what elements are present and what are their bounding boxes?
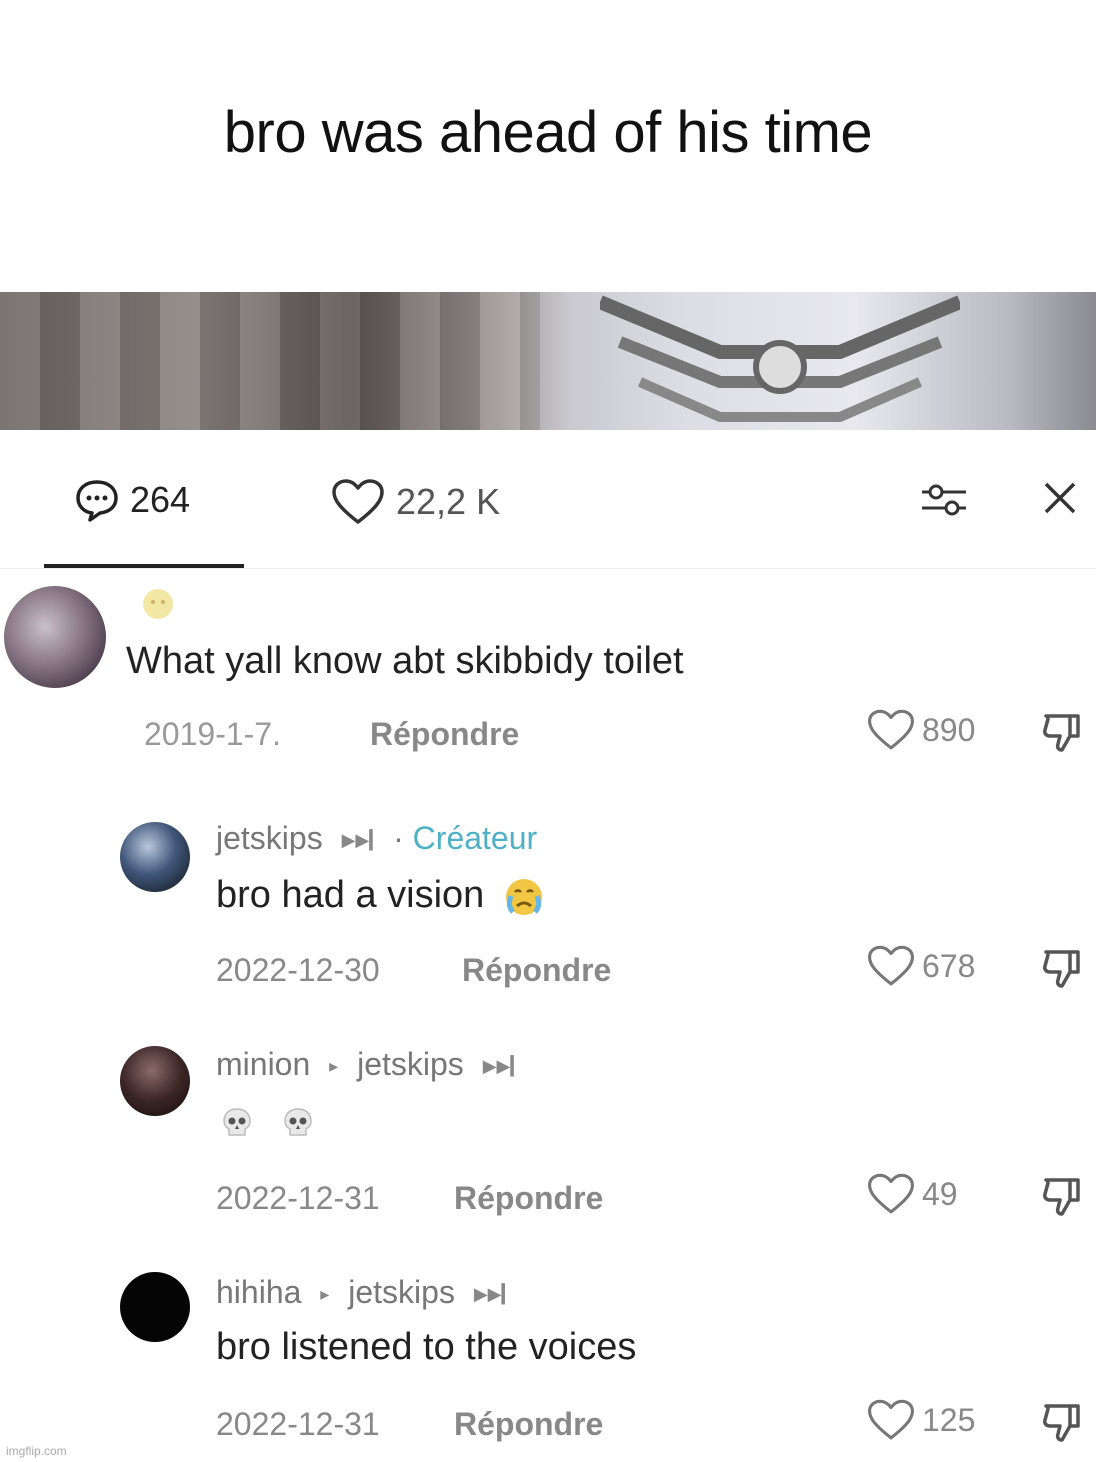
video-thumbnail[interactable] bbox=[0, 292, 1096, 430]
face-emoji bbox=[140, 586, 176, 627]
reply-arrow-icon: ▸ bbox=[329, 1056, 339, 1077]
comment-author[interactable]: hihiha ▸ jetskips ▶▶▎ bbox=[216, 1274, 525, 1311]
avatar[interactable] bbox=[120, 1272, 190, 1342]
comment-date: 2022-12-30 bbox=[216, 952, 380, 988]
skull-emoji bbox=[223, 1108, 251, 1136]
comment-likes-count: 678 bbox=[922, 947, 976, 984]
reply-to-username: jetskips bbox=[348, 1274, 455, 1310]
creator-badge-icon: ▶▶▎ bbox=[473, 1284, 516, 1305]
comment-text: bro listened to the voices bbox=[216, 1326, 637, 1368]
heart-icon bbox=[332, 479, 384, 524]
creator-badge-icon: ▶▶▎ bbox=[482, 1056, 525, 1077]
reply-arrow-icon: ▸ bbox=[320, 1284, 330, 1305]
watermark: imgflip.com bbox=[6, 1444, 67, 1458]
comment-likes-count: 890 bbox=[922, 711, 976, 748]
heart-icon bbox=[868, 945, 914, 986]
reply-to-username: jetskips bbox=[357, 1046, 464, 1082]
comment-date: 2022-12-31 bbox=[216, 1406, 380, 1442]
comment-date: 2022-12-31 bbox=[216, 1180, 380, 1216]
comment-likes-count: 49 bbox=[922, 1175, 958, 1212]
dislike-button[interactable] bbox=[1040, 710, 1084, 759]
comment-bubble-icon bbox=[76, 480, 118, 522]
creator-badge-icon: ▶▶▎ bbox=[341, 830, 384, 851]
tab-divider bbox=[0, 568, 1096, 569]
reply-button[interactable]: Répondre bbox=[454, 1406, 603, 1443]
close-button[interactable] bbox=[1040, 478, 1080, 523]
comment-text: bro had a vision bbox=[216, 874, 545, 918]
comment-text: What yall know abt skibbidy toilet bbox=[126, 640, 684, 682]
dislike-button[interactable] bbox=[1040, 1174, 1084, 1223]
dislike-button[interactable] bbox=[1040, 1400, 1084, 1449]
comment-likes-count: 125 bbox=[922, 1401, 976, 1438]
comment-date: 2019-1-7. bbox=[144, 716, 281, 752]
thumbs-down-icon bbox=[1043, 950, 1080, 988]
caption-text: bro was ahead of his time bbox=[223, 99, 873, 165]
avatar[interactable] bbox=[4, 586, 106, 688]
likes-count: 22,2 K bbox=[396, 481, 501, 522]
heart-icon bbox=[868, 709, 914, 750]
username: jetskips bbox=[216, 820, 323, 856]
tab-comments[interactable]: 264 bbox=[74, 478, 190, 522]
reply-button[interactable]: Répondre bbox=[462, 952, 611, 989]
heart-icon bbox=[868, 1173, 914, 1214]
thumbs-down-icon bbox=[1043, 1404, 1080, 1442]
comments-count: 264 bbox=[130, 479, 191, 520]
comment-like-button[interactable]: 49 bbox=[866, 1172, 958, 1216]
filter-button[interactable] bbox=[918, 478, 970, 527]
comment-text bbox=[220, 1100, 315, 1143]
sliders-icon bbox=[922, 484, 966, 516]
comment-like-button[interactable]: 678 bbox=[866, 944, 975, 988]
dislike-button[interactable] bbox=[1040, 946, 1084, 995]
car-grille-image bbox=[600, 295, 960, 422]
reply-button[interactable]: Répondre bbox=[454, 1180, 603, 1217]
skull-emoji bbox=[283, 1108, 312, 1136]
video-caption: bro was ahead of his time bbox=[0, 0, 1096, 292]
username: minion bbox=[216, 1046, 311, 1082]
tab-likes[interactable]: 22,2 K bbox=[330, 478, 500, 526]
comment-author[interactable]: minion ▸ jetskips ▶▶▎ bbox=[216, 1046, 534, 1083]
comment-like-button[interactable]: 125 bbox=[866, 1398, 975, 1442]
comment-text-body: bro had a vision bbox=[216, 874, 485, 916]
reply-button[interactable]: Répondre bbox=[370, 716, 519, 753]
separator: · bbox=[393, 820, 404, 856]
comment-author[interactable]: jetskips ▶▶▎ · Créateur bbox=[216, 820, 537, 857]
avatar[interactable] bbox=[120, 822, 190, 892]
thumbs-down-icon bbox=[1043, 1178, 1080, 1216]
heart-icon bbox=[868, 1399, 914, 1440]
username: hihiha bbox=[216, 1274, 302, 1310]
video-background bbox=[0, 292, 540, 430]
comment-like-button[interactable]: 890 bbox=[866, 708, 975, 752]
crying-face-emoji bbox=[505, 878, 542, 915]
close-icon bbox=[1044, 482, 1076, 514]
avatar[interactable] bbox=[120, 1046, 190, 1116]
thumbs-down-icon bbox=[1043, 714, 1080, 752]
creator-label: Créateur bbox=[412, 820, 538, 856]
